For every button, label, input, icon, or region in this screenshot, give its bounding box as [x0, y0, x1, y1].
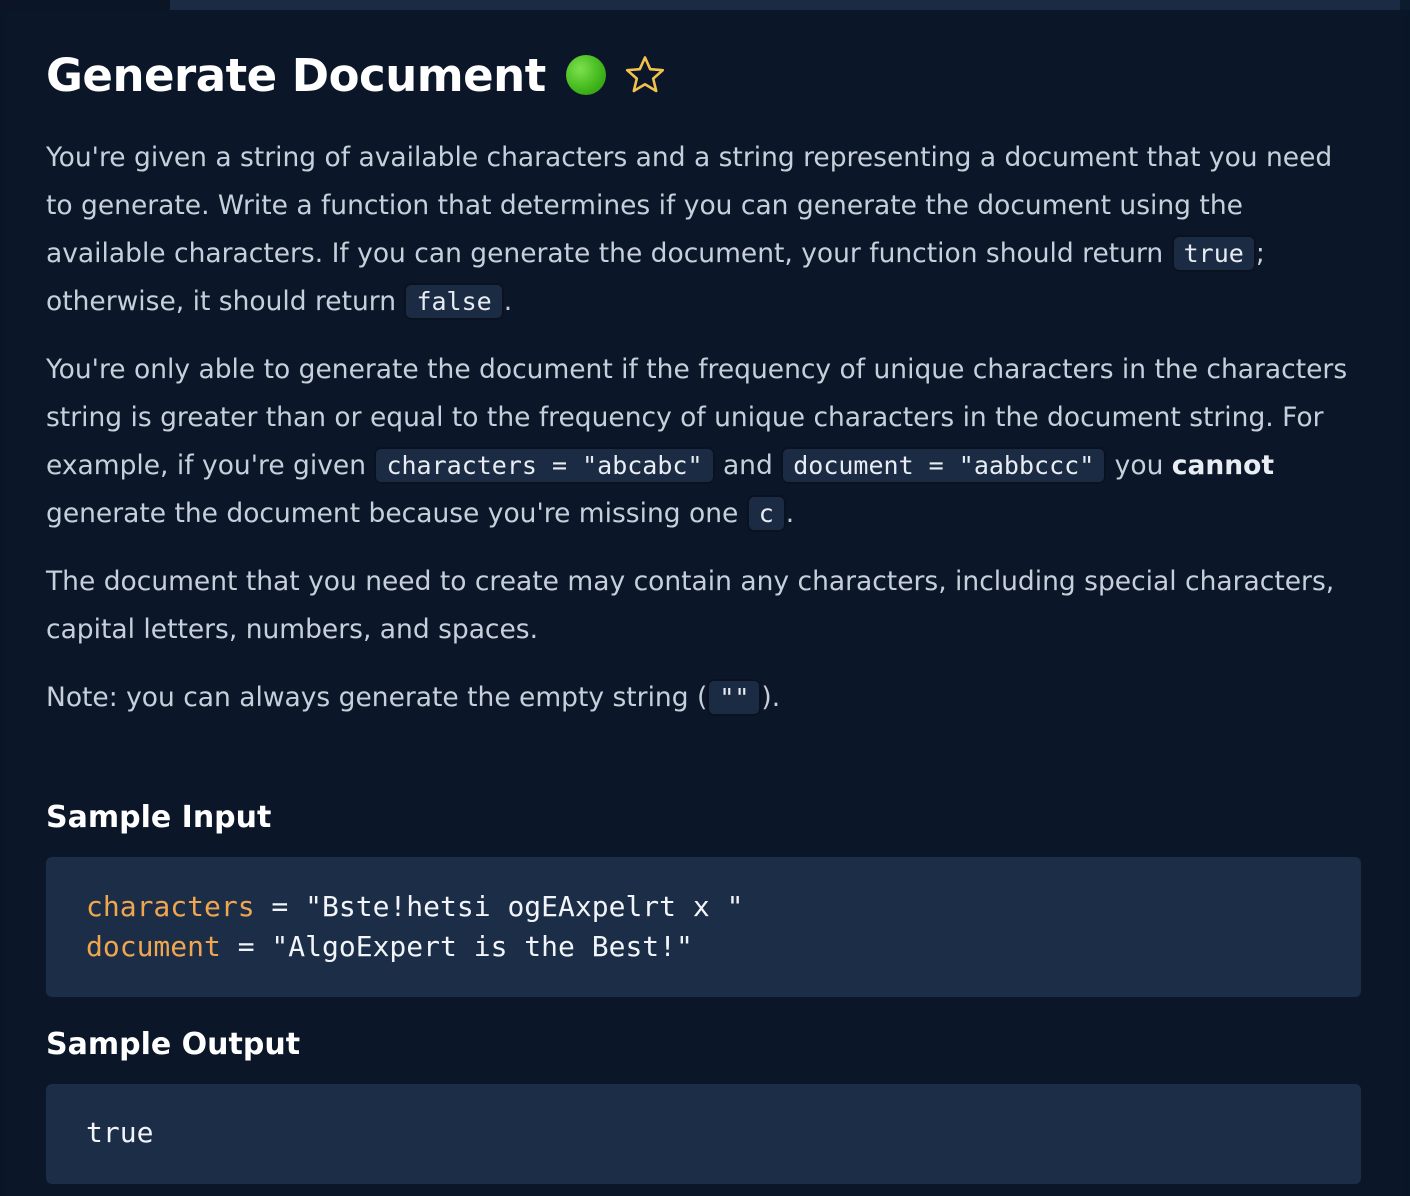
text: generate the document because you're mis… [46, 498, 747, 529]
inline-code-false: false [404, 283, 504, 320]
top-tab-strip [0, 0, 1410, 10]
code-value: = "Bste!hetsi ogEAxpelrt x " [254, 890, 744, 923]
top-tab-active[interactable] [0, 0, 170, 10]
inline-code-document-example: document = "aabbccc" [781, 447, 1107, 484]
problem-title: Generate Document [46, 48, 546, 102]
top-tab-bar[interactable] [170, 0, 1400, 10]
code-value: = "AlgoExpert is the Best!" [220, 930, 693, 963]
code-line: document = "AlgoExpert is the Best!" [86, 927, 1321, 967]
sample-input-code-block: characters = "Bste!hetsi ogEAxpelrt x " d… [46, 857, 1361, 997]
output-value: true [86, 1116, 154, 1149]
text: and [714, 450, 782, 481]
sample-input-heading: Sample Input [46, 800, 272, 835]
inline-code-c: c [746, 495, 786, 532]
emphasis-cannot: cannot [1171, 450, 1274, 481]
code-line: characters = "Bste!hetsi ogEAxpelrt x " [86, 887, 1321, 927]
description-paragraph-1: You're given a string of available chara… [46, 134, 1366, 326]
text: Note: you can always generate the empty … [46, 682, 708, 713]
variable-name: characters [86, 890, 255, 923]
problem-viewer: Generate Document You're given a string … [0, 0, 1410, 1196]
inline-code-empty-string: "" [707, 679, 762, 716]
sample-output-code-block: true [46, 1084, 1361, 1184]
text: You're given a string of available chara… [46, 142, 1333, 269]
inline-code-characters-example: characters = "abcabc" [374, 447, 715, 484]
description-paragraph-2: You're only able to generate the documen… [46, 346, 1366, 538]
star-outline-icon[interactable] [624, 54, 666, 96]
description-paragraph-3: The document that you need to create may… [46, 558, 1366, 654]
sample-output-heading: Sample Output [46, 1027, 301, 1062]
difficulty-status-dot [565, 55, 606, 95]
text: . [785, 498, 795, 529]
problem-content: Generate Document You're given a string … [46, 40, 1366, 1184]
variable-name: document [86, 930, 221, 963]
title-row: Generate Document [46, 40, 1366, 110]
text: you [1106, 450, 1172, 481]
inline-code-true: true [1171, 235, 1256, 272]
description-paragraph-4: Note: you can always generate the empty … [46, 674, 1366, 722]
text: . [503, 286, 513, 317]
text: The document that you need to create may… [46, 566, 1335, 645]
text: ). [761, 682, 781, 713]
